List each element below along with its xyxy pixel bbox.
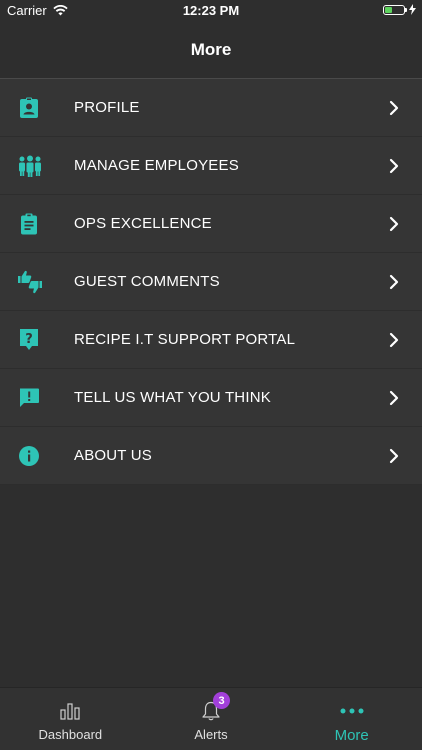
- tab-dashboard-label: Dashboard: [38, 727, 103, 742]
- more-dots-icon: [339, 700, 365, 722]
- bar-chart-icon: [60, 700, 80, 722]
- status-right: [383, 4, 416, 15]
- help-speech-icon: ?: [17, 328, 41, 352]
- charging-bolt-icon: [409, 4, 416, 15]
- chevron-right-icon: [389, 390, 399, 405]
- tab-dashboard[interactable]: Dashboard: [0, 688, 141, 750]
- page-title: More: [190, 40, 232, 59]
- svg-text:?: ?: [25, 332, 33, 347]
- feedback-icon: [17, 386, 41, 410]
- profile-badge-icon: [17, 96, 41, 120]
- menu-item-ops-excellence[interactable]: OPS EXCELLENCE: [0, 195, 422, 253]
- menu-item-label: OPS EXCELLENCE: [74, 215, 212, 232]
- menu-list: PROFILE MANAGE EMPLOYEES OPS EXCELLENCE …: [0, 79, 422, 485]
- menu-item-label: ABOUT US: [74, 447, 153, 464]
- tab-bar: Dashboard 3 Alerts More: [0, 687, 422, 750]
- bell-icon: 3: [200, 692, 230, 722]
- tab-alerts[interactable]: 3 Alerts: [141, 688, 282, 750]
- menu-item-label: PROFILE: [74, 99, 140, 116]
- menu-item-about-us[interactable]: ABOUT US: [0, 427, 422, 485]
- status-time: 12:23 PM: [182, 3, 240, 18]
- menu-item-it-support-portal[interactable]: ? RECIPE I.T SUPPORT PORTAL: [0, 311, 422, 369]
- chevron-right-icon: [389, 158, 399, 173]
- tab-more[interactable]: More: [281, 688, 422, 750]
- thumbs-up-down-icon: [17, 270, 43, 294]
- clipboard-icon: [17, 212, 41, 236]
- chevron-right-icon: [389, 100, 399, 115]
- chevron-right-icon: [389, 274, 399, 289]
- menu-item-label: RECIPE I.T SUPPORT PORTAL: [74, 331, 296, 348]
- chevron-right-icon: [389, 216, 399, 231]
- status-bar: Carrier 12:23 PM: [0, 0, 422, 22]
- navigation-bar: More: [0, 22, 422, 79]
- tab-more-label: More: [334, 727, 369, 744]
- menu-item-feedback[interactable]: TELL US WHAT YOU THINK: [0, 369, 422, 427]
- tab-alerts-label: Alerts: [194, 727, 228, 742]
- menu-item-label: GUEST COMMENTS: [74, 273, 220, 290]
- group-icon: [17, 154, 43, 178]
- chevron-right-icon: [389, 448, 399, 463]
- chevron-right-icon: [389, 332, 399, 347]
- menu-item-label: MANAGE EMPLOYEES: [74, 157, 239, 174]
- info-icon: [17, 444, 41, 468]
- menu-item-manage-employees[interactable]: MANAGE EMPLOYEES: [0, 137, 422, 195]
- battery-icon: [383, 4, 407, 15]
- menu-item-label: TELL US WHAT YOU THINK: [74, 389, 271, 406]
- menu-item-profile[interactable]: PROFILE: [0, 79, 422, 137]
- alerts-badge: 3: [213, 692, 230, 709]
- menu-item-guest-comments[interactable]: GUEST COMMENTS: [0, 253, 422, 311]
